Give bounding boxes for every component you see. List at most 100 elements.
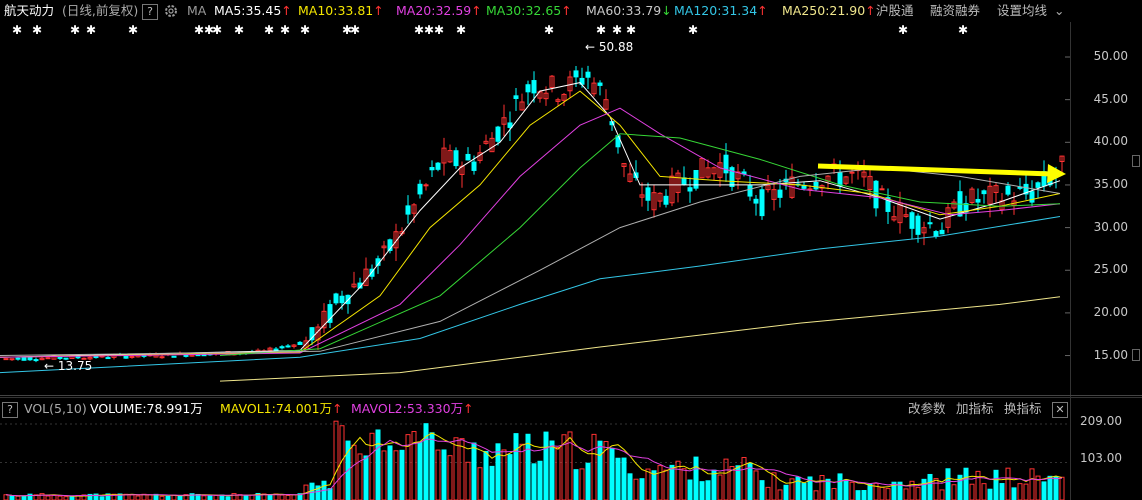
star-marker[interactable]: ✱ xyxy=(280,23,290,37)
switch-indicator-button[interactable]: 换指标 xyxy=(1004,398,1042,420)
close-icon[interactable]: ✕ xyxy=(1052,402,1068,418)
star-marker[interactable]: ✱ xyxy=(414,23,424,37)
ma-line-4 xyxy=(0,167,1061,356)
star-marker[interactable]: ✱ xyxy=(234,23,244,37)
volume-bar xyxy=(57,495,63,500)
ma-indicator-3[interactable]: MA30:32.65↑ xyxy=(486,0,572,22)
add-indicator-button[interactable]: 加指标 xyxy=(956,398,994,420)
ma-label[interactable]: MA xyxy=(187,0,206,22)
star-marker[interactable]: ✱ xyxy=(434,23,444,37)
volume-bar xyxy=(267,494,273,500)
menu-hgt[interactable]: 沪股通 xyxy=(876,0,914,22)
candle-body xyxy=(465,153,471,161)
star-marker[interactable]: ✱ xyxy=(32,23,42,37)
star-marker[interactable]: ✱ xyxy=(424,23,434,37)
candle-body xyxy=(747,185,753,197)
vol-indicator-name[interactable]: VOL(5,10) xyxy=(24,398,87,420)
star-marker[interactable]: ✱ xyxy=(300,23,310,37)
high-annotation: ← 50.88 xyxy=(585,40,633,54)
star-marker[interactable]: ✱ xyxy=(958,23,968,37)
volume-bar xyxy=(1023,483,1029,500)
candle-body xyxy=(471,161,477,171)
ma-indicator-5[interactable]: MA120:31.34↑ xyxy=(674,0,768,22)
candle-body xyxy=(915,215,921,235)
volume-bar xyxy=(861,490,867,500)
volume-bar xyxy=(363,455,369,500)
volume-bar xyxy=(429,432,435,500)
edit-params-button[interactable]: 改参数 xyxy=(908,398,946,420)
help-icon-vol[interactable]: ? xyxy=(2,402,18,418)
period-label[interactable]: (日线,前复权) xyxy=(62,0,138,22)
volume-bar xyxy=(945,468,951,500)
volume-value: VOLUME:78.991万 xyxy=(90,401,203,416)
star-marker[interactable]: ✱ xyxy=(264,23,274,37)
candle-body xyxy=(909,212,915,229)
candle-body xyxy=(1029,191,1035,203)
price-axis: 50.00 45.00 40.00 35.00 30.00 25.00 20.00 15.00 xyxy=(1072,40,1142,395)
candle-body xyxy=(495,126,501,142)
star-marker[interactable]: ✱ xyxy=(596,23,606,37)
chevron-down-icon[interactable]: ⌄ xyxy=(1054,0,1064,22)
volume-bar xyxy=(849,481,855,500)
candle-body xyxy=(453,150,459,167)
volume-bar xyxy=(417,441,423,500)
volume-bar xyxy=(351,444,357,500)
volume-bar xyxy=(555,446,561,500)
star-marker[interactable]: ✱ xyxy=(688,23,698,37)
volume-bar xyxy=(45,495,51,500)
volume-bar xyxy=(159,495,165,500)
volume-bar xyxy=(747,462,753,500)
ma-indicator-4[interactable]: MA60:33.79↓ xyxy=(586,0,672,22)
volume-bar xyxy=(927,473,933,500)
candle-body xyxy=(525,84,531,93)
star-marker[interactable]: ✱ xyxy=(350,23,360,37)
volume-bar xyxy=(135,495,141,500)
volume-chart[interactable] xyxy=(0,420,1070,500)
star-marker[interactable]: ✱ xyxy=(544,23,554,37)
star-marker[interactable]: ✱ xyxy=(194,23,204,37)
volume-bar xyxy=(1005,467,1011,500)
menu-margin[interactable]: 融资融券 xyxy=(930,0,980,22)
ma-indicator-6[interactable]: MA250:21.90↑ xyxy=(782,0,876,22)
star-marker[interactable]: ✱ xyxy=(70,23,80,37)
candle-body xyxy=(777,189,783,198)
price-tick: 25.00 xyxy=(1093,262,1128,277)
kline-chart[interactable]: ← 50.88 ← 13.75 xyxy=(0,40,1070,395)
ma-indicator-2[interactable]: MA20:32.59↑ xyxy=(396,0,482,22)
ma-indicator-0[interactable]: MA5:35.45↑ xyxy=(214,0,292,22)
star-marker[interactable]: ✱ xyxy=(86,23,96,37)
star-marker[interactable]: ✱ xyxy=(626,23,636,37)
star-marker[interactable]: ✱ xyxy=(456,23,466,37)
volume-bar xyxy=(885,488,891,500)
star-marker[interactable]: ✱ xyxy=(12,23,22,37)
volume-bar xyxy=(867,483,873,500)
volume-bar xyxy=(285,494,291,500)
scroll-handle[interactable] xyxy=(1132,155,1140,167)
candle-body xyxy=(759,189,765,217)
volume-bar xyxy=(669,464,675,500)
volume-bar xyxy=(903,488,909,500)
volume-bar xyxy=(381,450,387,500)
stock-name[interactable]: 航天动力 xyxy=(4,0,54,22)
star-marker[interactable]: ✱ xyxy=(898,23,908,37)
help-icon[interactable]: ? xyxy=(142,4,158,20)
star-marker[interactable]: ✱ xyxy=(128,23,138,37)
volume-bar xyxy=(3,494,9,500)
candle-body xyxy=(927,222,933,225)
pane-separator[interactable] xyxy=(0,395,1142,396)
candle-body xyxy=(27,357,33,361)
volume-bar xyxy=(993,469,999,500)
menu-ma-settings[interactable]: 设置均线 xyxy=(997,0,1047,22)
ma-indicator-1[interactable]: MA10:33.81↑ xyxy=(298,0,384,22)
star-marker[interactable]: ✱ xyxy=(212,23,222,37)
candle-body xyxy=(423,184,429,187)
volume-bar xyxy=(531,463,537,500)
volume-bar xyxy=(687,479,693,500)
candle-body xyxy=(171,355,177,358)
candle-body xyxy=(753,198,759,204)
star-marker[interactable]: ✱ xyxy=(612,23,622,37)
volume-bar xyxy=(969,483,975,500)
ma-line-6 xyxy=(219,296,1061,382)
scroll-handle-lower[interactable] xyxy=(1132,349,1140,361)
volume-bar xyxy=(933,478,939,500)
